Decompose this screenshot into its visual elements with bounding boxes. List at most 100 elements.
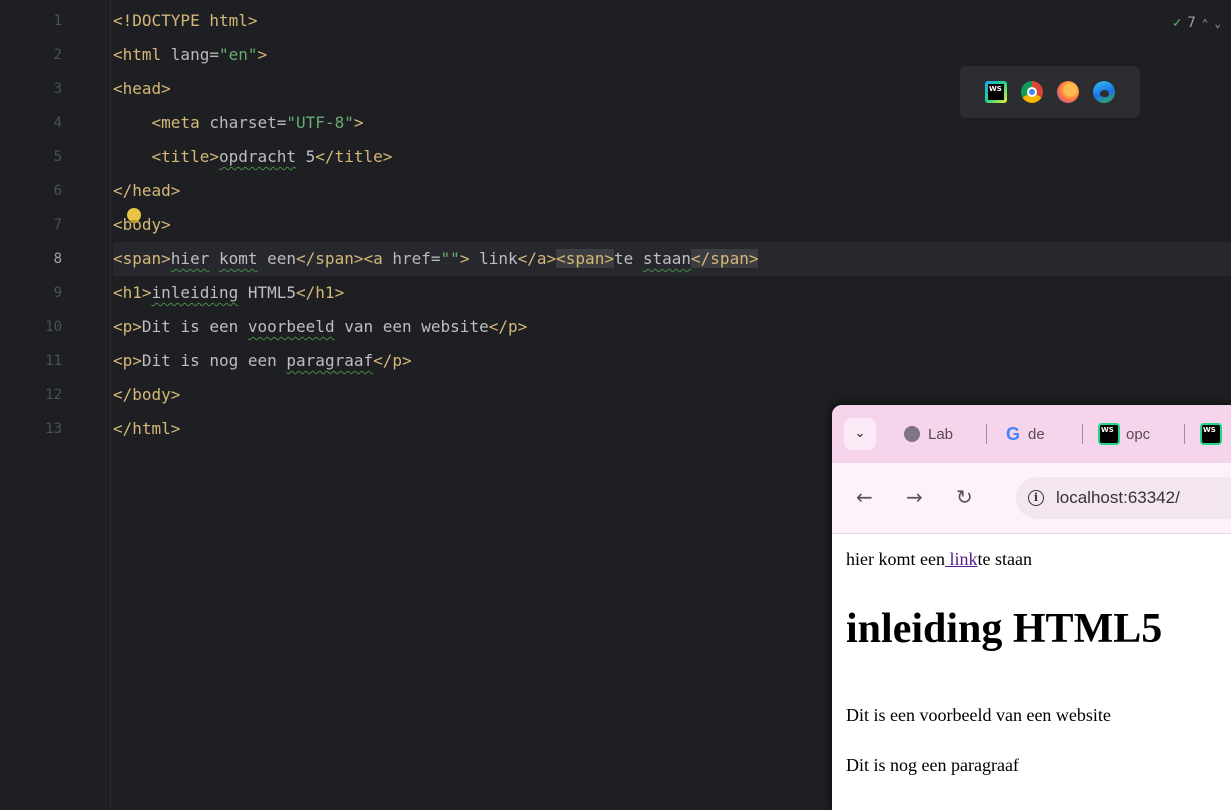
code-token: </head> bbox=[113, 181, 181, 200]
browser-preview-popup bbox=[960, 66, 1140, 118]
code-token: </body> bbox=[113, 385, 181, 404]
line-number: 6 bbox=[53, 183, 62, 199]
info-icon[interactable]: i bbox=[1028, 490, 1044, 506]
code-token: komt bbox=[218, 249, 258, 268]
code-token: = bbox=[209, 45, 219, 64]
code-token: lang bbox=[170, 45, 210, 64]
tab-label: opc bbox=[1126, 425, 1151, 443]
code-token: <title> bbox=[151, 147, 219, 166]
tab-label: de bbox=[1028, 425, 1045, 443]
intention-bulb-icon[interactable] bbox=[127, 208, 141, 223]
code-token: link bbox=[469, 249, 518, 268]
code-line[interactable]: <!DOCTYPE html> bbox=[113, 4, 1231, 38]
inspection-widget[interactable]: ✓ 7 ⌃ ⌄ bbox=[1173, 10, 1221, 36]
code-token: voorbeeld bbox=[247, 317, 335, 336]
browser-tab-google[interactable]: G de bbox=[1006, 418, 1045, 450]
code-token: <head> bbox=[113, 79, 171, 98]
edge-icon[interactable] bbox=[1093, 81, 1115, 103]
code-token: </a> bbox=[517, 249, 557, 268]
span-text: hier komt een bbox=[846, 549, 945, 569]
tab-separator bbox=[986, 424, 987, 444]
code-token: staan bbox=[642, 249, 692, 268]
code-token: <p> bbox=[113, 317, 142, 336]
browser-tab-webstorm[interactable]: WS bbox=[1202, 418, 1220, 450]
line-number: 10 bbox=[45, 319, 62, 335]
tab-search-chevron-icon[interactable]: ⌄ bbox=[844, 418, 876, 450]
code-line[interactable]: <p>Dit is een voorbeeld van een website<… bbox=[113, 310, 1231, 344]
code-token: Dit is nog een bbox=[141, 351, 287, 370]
code-line[interactable]: <span> hier komt een</span><a href=""> li… bbox=[113, 242, 1231, 276]
firefox-icon[interactable] bbox=[1057, 81, 1079, 103]
address-url: localhost:63342/ bbox=[1056, 488, 1180, 507]
code-token: "en" bbox=[218, 45, 258, 64]
google-icon: G bbox=[1006, 423, 1021, 444]
code-token: </p> bbox=[488, 317, 528, 336]
code-token: </html> bbox=[113, 419, 181, 438]
back-arrow-icon[interactable]: ← bbox=[856, 485, 873, 509]
tab-separator bbox=[1184, 424, 1185, 444]
code-token: HTML5 bbox=[238, 283, 297, 302]
address-bar[interactable]: i localhost:63342/ bbox=[1016, 477, 1231, 519]
code-token: <a bbox=[363, 249, 393, 268]
chevron-down-icon[interactable]: ⌄ bbox=[1214, 17, 1221, 30]
code-token: = bbox=[430, 249, 441, 268]
reload-icon[interactable]: ↻ bbox=[956, 485, 973, 509]
code-line[interactable]: <h1>inleiding HTML5</h1> bbox=[113, 276, 1231, 310]
inspection-count: 7 bbox=[1187, 15, 1196, 31]
forward-arrow-icon[interactable]: → bbox=[906, 485, 923, 509]
page-span-line: hier komt een linkte staan bbox=[846, 549, 1032, 570]
code-token: <h1> bbox=[113, 283, 152, 302]
line-number: 1 bbox=[53, 13, 62, 29]
code-token: = bbox=[276, 113, 287, 132]
code-token: <p> bbox=[113, 351, 142, 370]
tab-label: Lab bbox=[928, 425, 954, 443]
line-number: 3 bbox=[53, 81, 62, 97]
line-number: 11 bbox=[45, 353, 62, 369]
code-token: </span> bbox=[296, 249, 364, 268]
chevron-up-icon[interactable]: ⌃ bbox=[1202, 17, 1209, 30]
page-link[interactable]: link bbox=[945, 549, 977, 569]
code-token: </p> bbox=[373, 351, 412, 370]
code-token: <body> bbox=[113, 215, 171, 234]
code-token: opdracht bbox=[218, 147, 297, 166]
code-token: <!DOCTYPE html> bbox=[113, 11, 258, 30]
browser-tab-opdracht[interactable]: WS opc bbox=[1100, 418, 1150, 450]
page-paragraph: Dit is een voorbeeld van een website bbox=[846, 705, 1111, 725]
code-line[interactable]: <title>opdracht 5</title> bbox=[113, 140, 1231, 174]
code-line[interactable]: <p>Dit is nog een paragraaf</p> bbox=[113, 344, 1231, 378]
line-number: 13 bbox=[45, 421, 62, 437]
webstorm-icon[interactable] bbox=[985, 81, 1007, 103]
code-line[interactable]: <body> bbox=[113, 208, 1231, 242]
globe-icon bbox=[904, 426, 920, 442]
code-token: paragraaf bbox=[286, 351, 374, 370]
line-number: 4 bbox=[53, 115, 62, 131]
code-token: </title> bbox=[315, 147, 393, 166]
span-text: te staan bbox=[977, 549, 1032, 569]
code-token: van een website bbox=[334, 317, 489, 336]
code-token: <span> bbox=[556, 249, 614, 268]
code-token: <html bbox=[113, 45, 171, 64]
code-line[interactable]: </head> bbox=[113, 174, 1231, 208]
code-token: een bbox=[257, 249, 297, 268]
code-token: href bbox=[392, 249, 431, 268]
line-number: 9 bbox=[53, 285, 62, 301]
code-token: "UTF-8" bbox=[286, 113, 354, 132]
code-token: "" bbox=[440, 249, 460, 268]
code-token: 5 bbox=[296, 147, 316, 166]
browser-tab-lab[interactable]: Lab bbox=[904, 418, 953, 450]
code-token: hier bbox=[170, 249, 210, 268]
line-number: 5 bbox=[53, 149, 62, 165]
check-icon: ✓ bbox=[1172, 15, 1182, 31]
browser-toolbar: ← → ↻ i localhost:63342/ bbox=[832, 463, 1231, 534]
line-number: 12 bbox=[45, 387, 62, 403]
chrome-icon[interactable] bbox=[1021, 81, 1043, 103]
page-heading: inleiding HTML5 bbox=[846, 606, 1163, 652]
code-token: > bbox=[353, 113, 364, 132]
browser-window: ⌄ Lab G de WS opc WS ← → ↻ i localhost:6… bbox=[832, 405, 1231, 810]
line-number: 7 bbox=[53, 217, 62, 233]
webstorm-icon: WS bbox=[1100, 425, 1118, 443]
code-token: te bbox=[613, 249, 643, 268]
code-token: > bbox=[459, 249, 470, 268]
